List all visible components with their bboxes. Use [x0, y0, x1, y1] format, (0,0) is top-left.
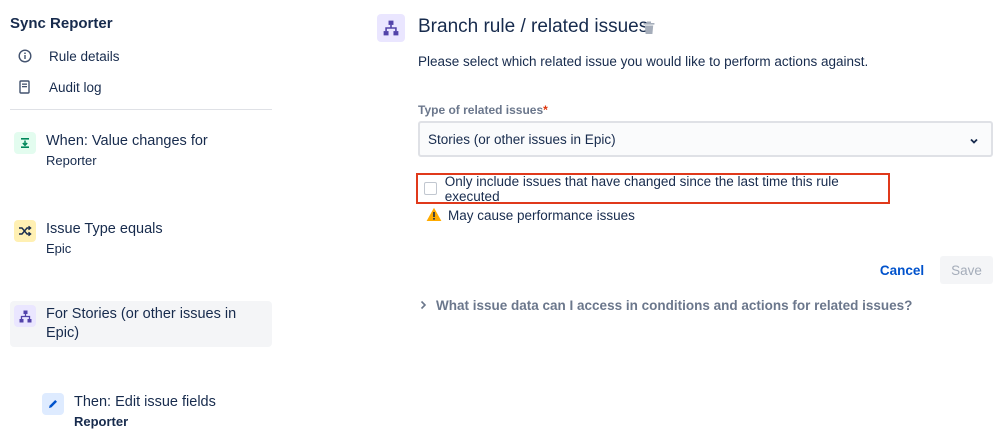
- changed-since-checkbox[interactable]: [424, 182, 437, 195]
- app-title: Sync Reporter: [10, 15, 113, 32]
- rule-title: For Stories (or other issues in Epic): [46, 306, 237, 341]
- performance-warning: May cause performance issues: [426, 207, 635, 223]
- rule-item-action[interactable]: Then: Edit issue fields Reporter: [38, 389, 272, 435]
- field-label: Type of related issues*: [418, 103, 548, 117]
- trigger-icon: [14, 132, 36, 154]
- rule-title: Then: Edit issue fields: [74, 394, 216, 410]
- page-title: Branch rule / related issues: [418, 16, 649, 37]
- info-icon: [17, 48, 33, 64]
- highlight-box: Only include issues that have changed si…: [416, 173, 890, 204]
- nav-label: Audit log: [49, 79, 102, 95]
- related-issues-select[interactable]: Stories (or other issues in Epic): [418, 121, 993, 157]
- trash-icon[interactable]: [643, 21, 657, 36]
- rule-subtitle: Reporter: [74, 414, 129, 429]
- shuffle-icon: [14, 220, 36, 242]
- nav-audit-log[interactable]: Audit log: [10, 77, 102, 97]
- chevron-right-icon: [420, 298, 427, 313]
- branch-icon: [377, 14, 405, 42]
- sidebar-divider: [10, 109, 272, 110]
- cancel-button[interactable]: Cancel: [872, 256, 932, 284]
- description: Please select which related issue you wo…: [418, 54, 869, 69]
- warning-icon: [426, 207, 442, 223]
- rule-title: Issue Type equals: [46, 221, 163, 237]
- select-value: Stories (or other issues in Epic): [428, 131, 616, 147]
- rule-item-condition[interactable]: Issue Type equals Epic: [10, 216, 272, 262]
- rule-title: When: Value changes for: [46, 133, 208, 149]
- required-mark: *: [543, 103, 548, 117]
- save-button[interactable]: Save: [940, 256, 993, 284]
- branch-icon: [14, 305, 36, 327]
- checkbox-label[interactable]: Only include issues that have changed si…: [445, 174, 888, 204]
- rule-item-branch[interactable]: For Stories (or other issues in Epic): [10, 301, 272, 347]
- warning-text: May cause performance issues: [448, 207, 635, 223]
- nav-rule-details[interactable]: Rule details: [10, 46, 120, 66]
- sidebar: Sync Reporter Rule details Audit log Whe…: [0, 0, 282, 445]
- rule-item-trigger[interactable]: When: Value changes for Reporter: [10, 128, 272, 174]
- field-label-text: Type of related issues: [418, 103, 544, 117]
- document-icon: [17, 79, 33, 95]
- rule-subtitle: Epic: [46, 241, 72, 256]
- nav-label: Rule details: [49, 48, 120, 64]
- rule-subtitle: Reporter: [46, 153, 97, 168]
- expander-label: What issue data can I access in conditio…: [436, 298, 913, 313]
- chevron-down-icon: [969, 134, 979, 149]
- related-issues-help-expander[interactable]: What issue data can I access in conditio…: [420, 298, 912, 313]
- pencil-icon: [42, 393, 64, 415]
